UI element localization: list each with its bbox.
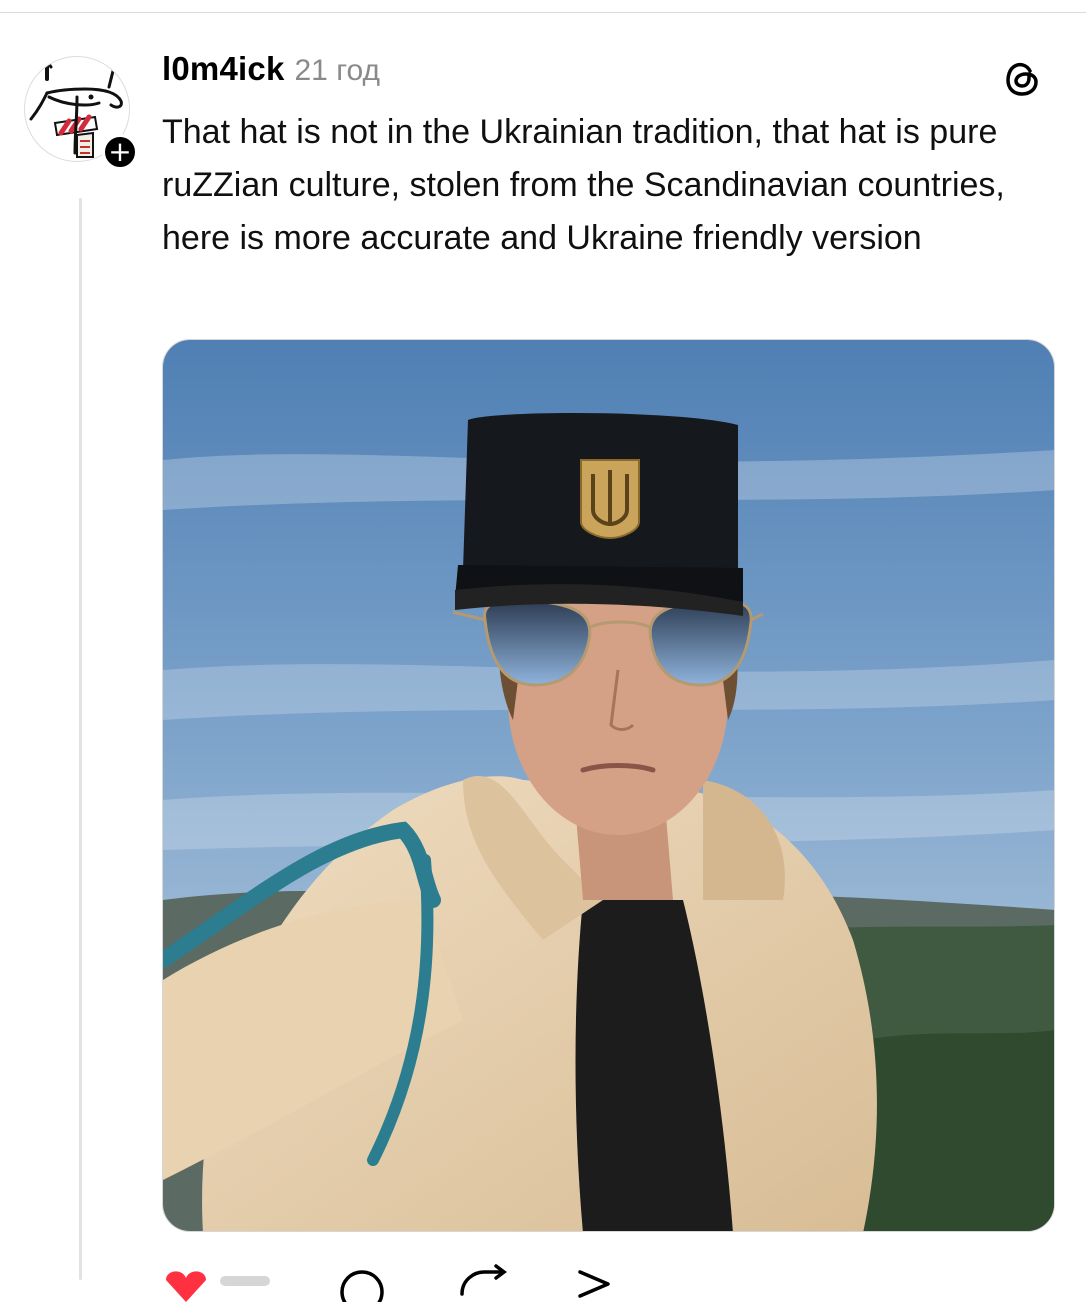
like-icon[interactable]	[166, 1271, 206, 1302]
like-count-blur	[220, 1276, 270, 1286]
share-icon[interactable]	[578, 1270, 610, 1298]
thread-line	[79, 198, 82, 1280]
avatar-container[interactable]: +	[24, 56, 138, 170]
top-divider	[0, 12, 1086, 13]
post-header: l0m4ick 21 год	[162, 50, 380, 98]
follow-plus-button[interactable]: +	[102, 134, 138, 170]
photo-illustration	[163, 340, 1054, 1231]
username-link[interactable]: l0m4ick	[162, 50, 285, 88]
post-timestamp: 21 год	[294, 54, 381, 87]
threads-icon[interactable]	[1000, 56, 1044, 100]
comment-icon[interactable]	[340, 1270, 384, 1307]
action-bar	[162, 1262, 762, 1307]
repost-icon[interactable]	[460, 1264, 507, 1296]
post-text: That hat is not in the Ukrainian traditi…	[162, 113, 1005, 257]
post-image[interactable]	[162, 339, 1055, 1232]
